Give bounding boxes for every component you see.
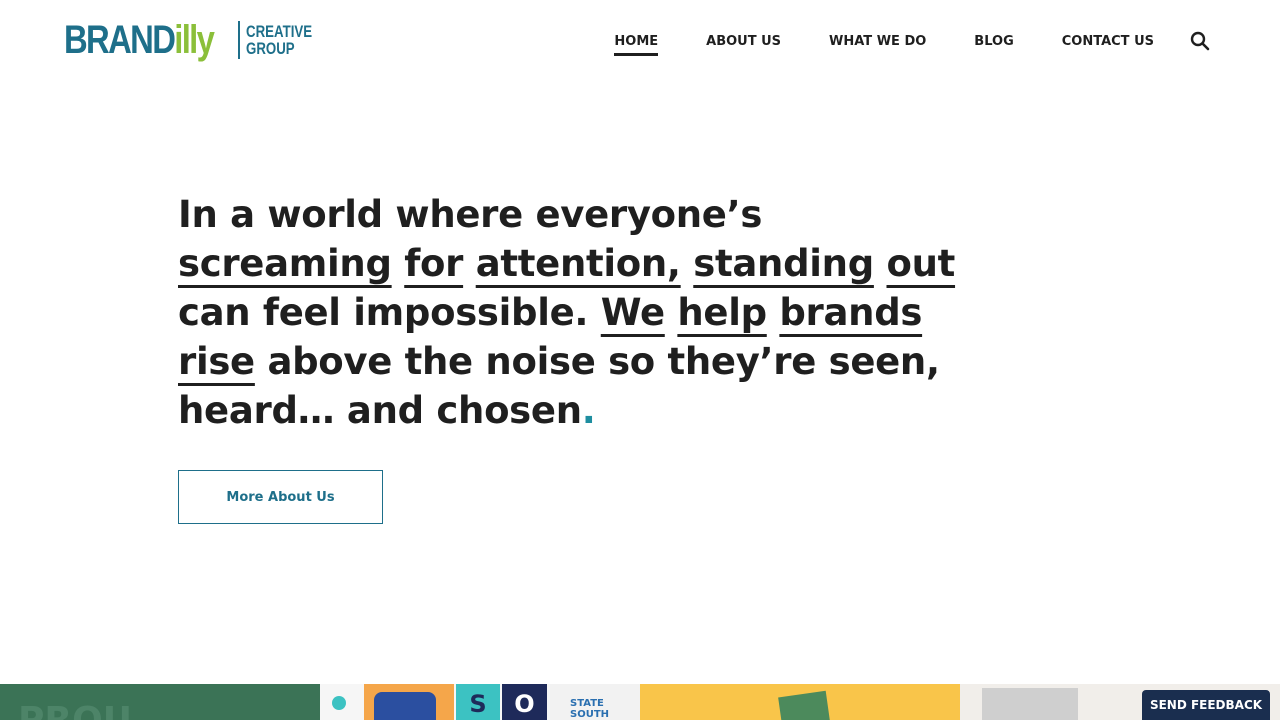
dot-graphic — [332, 696, 346, 710]
book-image — [778, 690, 830, 720]
logo-divider — [238, 21, 241, 59]
hero-underlined-word: screaming — [178, 242, 392, 285]
hero-underlined-word: out — [886, 242, 956, 285]
hero-underlined-word: help — [677, 291, 767, 334]
letter-block: S — [456, 684, 500, 720]
site-header: BRANDilly CREATIVE GROUP HOME ABOUT US W… — [0, 0, 1280, 80]
main-nav: HOME ABOUT US WHAT WE DO BLOG CONTACT US — [566, 31, 1210, 56]
portfolio-tile[interactable]: PROU — [0, 684, 320, 720]
portfolio-tile[interactable] — [640, 684, 960, 720]
packaging-image — [982, 688, 1078, 720]
tile-text: PROU — [18, 700, 132, 720]
hero-underlined-word: attention, — [475, 242, 681, 285]
portfolio-tile[interactable]: S O STATE SOUTH — [320, 684, 640, 720]
portfolio-strip: PROU S O STATE SOUTH — [0, 684, 1280, 720]
send-feedback-button[interactable]: SEND FEEDBACK — [1142, 690, 1270, 720]
letter-block: O — [502, 684, 547, 720]
logo-wordmark: BRANDilly — [64, 18, 215, 62]
search-icon[interactable] — [1190, 31, 1210, 51]
nav-contact-us[interactable]: CONTACT US — [1062, 34, 1154, 49]
hero-headline: In a world where everyone’s screaming fo… — [178, 193, 956, 432]
hero-accent-dot: . — [581, 389, 596, 432]
hero-underlined-word: brands — [779, 291, 923, 334]
nav-about-us[interactable]: ABOUT US — [706, 34, 781, 49]
nav-blog[interactable]: BLOG — [974, 34, 1013, 49]
tshirt-image — [374, 692, 436, 720]
logo-subtitle: CREATIVE GROUP — [246, 22, 313, 58]
nav-home[interactable]: HOME — [614, 34, 658, 56]
more-about-us-button[interactable]: More About Us — [178, 470, 383, 524]
nav-what-we-do[interactable]: WHAT WE DO — [829, 34, 926, 49]
hero-underlined-word: We — [600, 291, 665, 334]
hero-section: In a world where everyone’s screaming fo… — [178, 190, 998, 435]
hero-underlined-word: for — [404, 242, 464, 285]
brand-logo[interactable]: BRANDilly CREATIVE GROUP — [64, 14, 331, 66]
badge-block: STATE SOUTH — [550, 684, 640, 720]
hero-underlined-word: rise — [178, 340, 255, 383]
hero-underlined-word: standing — [693, 242, 874, 285]
